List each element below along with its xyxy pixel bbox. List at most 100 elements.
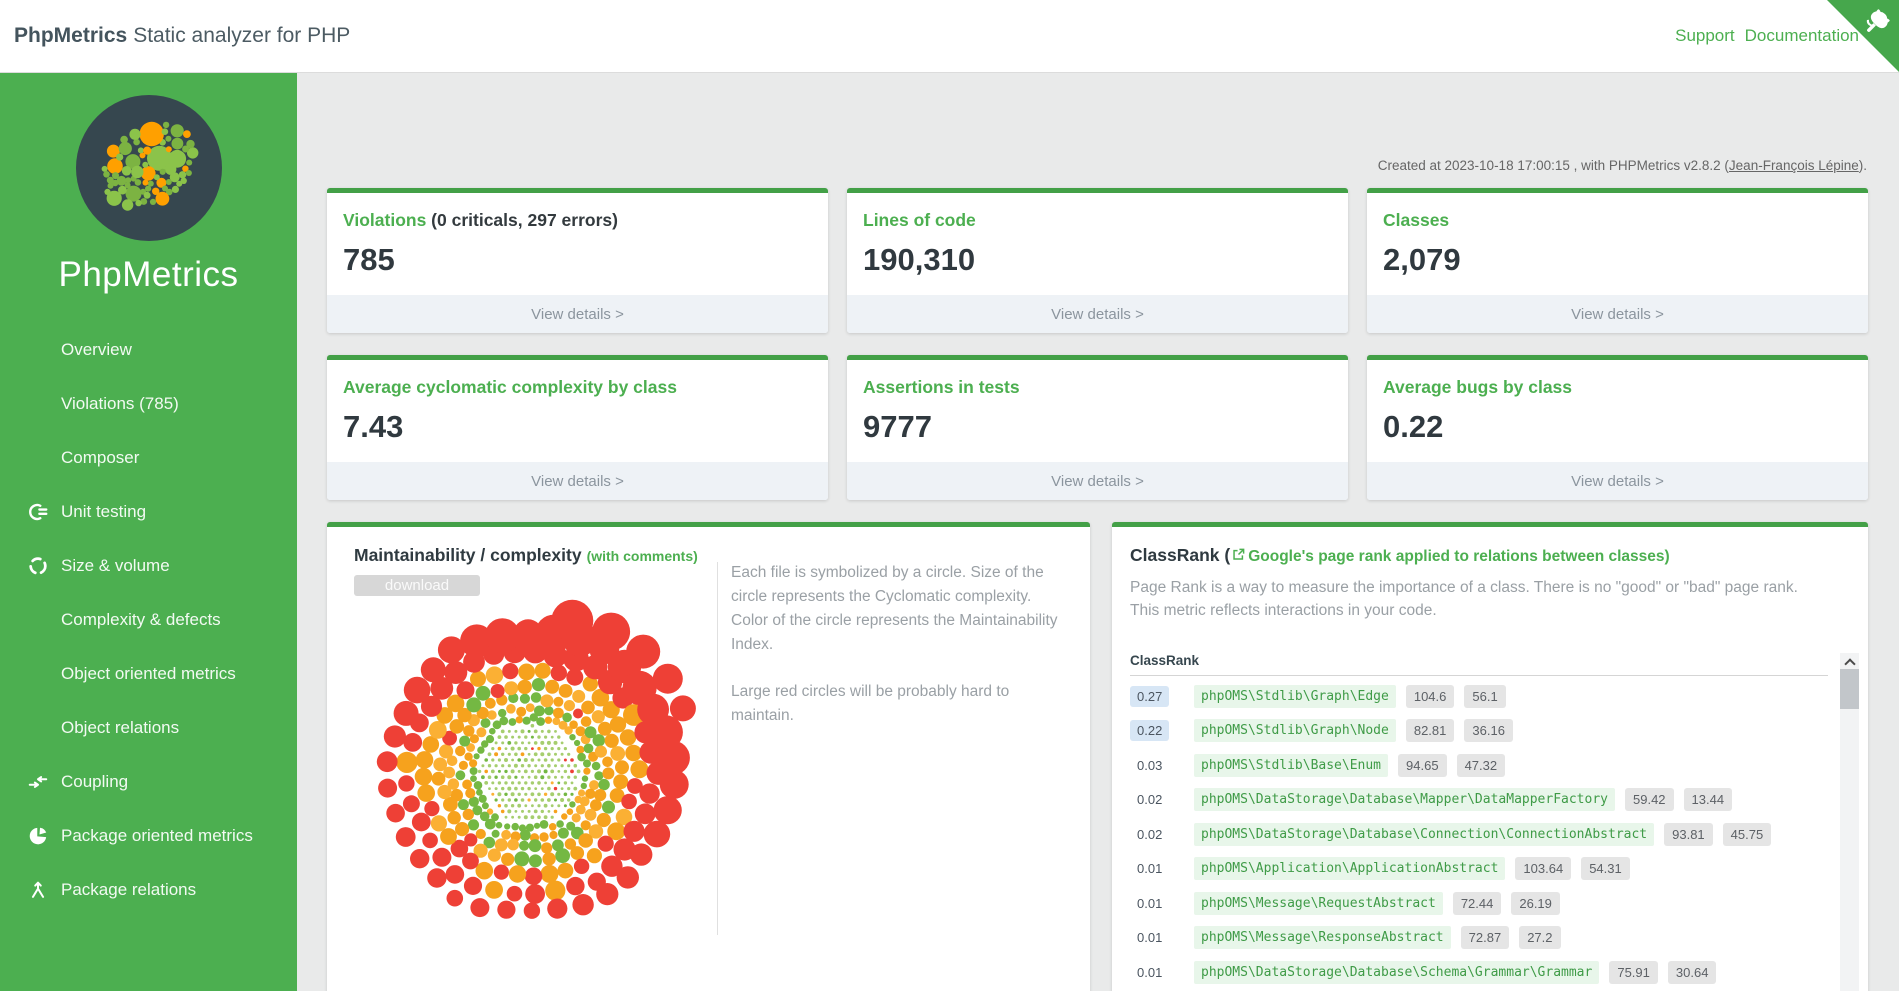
card-value: 785	[343, 242, 828, 278]
card-title: Assertions in tests	[863, 377, 1348, 398]
view-details-link[interactable]: View details >	[327, 462, 828, 500]
sidebar-item-label: Composer	[61, 448, 139, 468]
classrank-table-header: ClassRank	[1130, 653, 1199, 668]
class-name-link[interactable]: phpOMS\Message\RequestAbstract	[1194, 892, 1443, 915]
card-title-main: Average cyclomatic complexity by class	[343, 377, 677, 397]
card-value: 7.43	[343, 409, 828, 445]
metric-badge-2: 56.1	[1464, 685, 1505, 708]
metric-badge-1: 93.81	[1664, 823, 1713, 846]
sidebar: PhpMetrics Overview Violations (785) Compo…	[0, 73, 297, 991]
github-corner-ribbon[interactable]	[1827, 0, 1899, 72]
view-details-link[interactable]: View details >	[327, 295, 828, 333]
classrank-scrollbar[interactable]	[1840, 653, 1859, 991]
card-title: Average bugs by class	[1383, 377, 1868, 398]
author-link[interactable]: Jean-François Lépine	[1729, 158, 1859, 173]
scrollbar-thumb[interactable]	[1840, 669, 1859, 709]
sidebar-item-violations-785[interactable]: Violations (785)	[0, 377, 297, 431]
sidebar-item-label: Complexity & defects	[61, 610, 221, 630]
class-name-link[interactable]: phpOMS\Application\ApplicationAbstract	[1194, 857, 1505, 880]
card-title: Average cyclomatic complexity by class	[343, 377, 828, 398]
metric-badge-1: 72.44	[1453, 892, 1502, 915]
classrank-row: 0.01phpOMS\Application\ApplicationAbstra…	[1130, 852, 1822, 887]
package-relations-icon	[26, 878, 50, 902]
sidebar-item-unit-testing[interactable]: Unit testing	[0, 485, 297, 539]
classrank-paren: (	[1220, 545, 1231, 565]
card-title: Lines of code	[863, 210, 1348, 231]
sidebar-app-name: PhpMetrics	[0, 255, 297, 295]
class-name-link[interactable]: phpOMS\DataStorage\Database\Schema\Gramm…	[1194, 961, 1599, 984]
sidebar-item-overview[interactable]: Overview	[0, 323, 297, 377]
maintainability-bubble-chart[interactable]	[347, 587, 713, 949]
sidebar-item-object-oriented-metrics[interactable]: Object oriented metrics	[0, 647, 297, 701]
sidebar-item-coupling[interactable]: Coupling	[0, 755, 297, 809]
scroll-up-icon[interactable]	[1844, 658, 1855, 669]
classrank-table: 0.27phpOMS\Stdlib\Graph\Edge104.656.10.2…	[1130, 679, 1822, 991]
card-value: 2,079	[1383, 242, 1868, 278]
sidebar-item-composer[interactable]: Composer	[0, 431, 297, 485]
classrank-row: 0.01phpOMS\DataStorage\Database\Schema\G…	[1130, 955, 1822, 990]
sidebar-item-object-relations[interactable]: Object relations	[0, 701, 297, 755]
metric-badge-2: 36.16	[1464, 719, 1513, 742]
maintainability-subtitle: (with comments)	[587, 548, 698, 564]
view-details-link[interactable]: View details >	[847, 462, 1348, 500]
metric-badge-1: 72.87	[1461, 926, 1510, 949]
classrank-row: 0.22phpOMS\Stdlib\Graph\Node82.8136.16	[1130, 714, 1822, 749]
metric-badge-1: 94.65	[1398, 754, 1447, 777]
classrank-rank: 0.01	[1130, 962, 1194, 983]
sidebar-item-size-volume[interactable]: Size & volume	[0, 539, 297, 593]
card-avg-cyclomatic-complexity: Average cyclomatic complexity by class 7…	[327, 355, 828, 500]
sidebar-menu: Overview Violations (785) Composer Unit tes…	[0, 323, 297, 917]
card-title: Classes	[1383, 210, 1868, 231]
card-title: Violations (0 criticals, 297 errors)	[343, 210, 828, 231]
top-bar: PhpMetricsStatic analyzer for PHP Suppor…	[0, 0, 1899, 73]
support-link[interactable]: Support	[1675, 26, 1735, 46]
class-name-link[interactable]: phpOMS\Stdlib\Graph\Node	[1194, 719, 1396, 742]
classrank-header-rule	[1130, 675, 1828, 676]
classrank-rank: 0.02	[1130, 789, 1194, 810]
classrank-row: 0.03phpOMS\Stdlib\Base\Enum94.6547.32	[1130, 748, 1822, 783]
class-name-link[interactable]: phpOMS\Stdlib\Graph\Edge	[1194, 685, 1396, 708]
sidebar-item-label: Object oriented metrics	[61, 664, 236, 684]
created-line: Created at 2023-10-18 17:00:15 , with PH…	[1378, 158, 1867, 173]
coupling-icon	[26, 770, 50, 794]
classrank-title-text: ClassRank	[1130, 545, 1220, 565]
metric-badge-1: 82.81	[1406, 719, 1455, 742]
sidebar-item-label: Overview	[61, 340, 132, 360]
view-details-link[interactable]: View details >	[847, 295, 1348, 333]
card-classes: Classes 2,079 View details >	[1367, 188, 1868, 333]
package-metrics-icon	[26, 824, 50, 848]
classrank-panel: ClassRank ( Google's page rank applied to…	[1112, 522, 1868, 991]
maintainability-desc-2: Large red circles will be probably hard …	[731, 680, 1065, 728]
class-name-link[interactable]: phpOMS\DataStorage\Database\Connection\C…	[1194, 823, 1654, 846]
maintainability-panel: Maintainability / complexity(with commen…	[327, 522, 1090, 991]
classrank-row: 0.02phpOMS\DataStorage\Database\Mapper\D…	[1130, 783, 1822, 818]
sidebar-item-label: Package relations	[61, 880, 196, 900]
classrank-info-link[interactable]: Google's page rank applied to relations …	[1248, 548, 1664, 565]
class-name-link[interactable]: phpOMS\Message\ResponseAbstract	[1194, 926, 1451, 949]
classrank-row: 0.27phpOMS\Stdlib\Graph\Edge104.656.1	[1130, 679, 1822, 714]
classrank-paren-close: )	[1665, 548, 1670, 565]
metric-badge-2: 27.2	[1519, 926, 1560, 949]
card-title-main: Assertions in tests	[863, 377, 1020, 397]
card-value: 0.22	[1383, 409, 1868, 445]
classrank-row: 0.02phpOMS\DataStorage\Database\Connecti…	[1130, 817, 1822, 852]
classrank-rank: 0.27	[1130, 686, 1194, 707]
phpmetrics-logo	[76, 95, 222, 241]
sidebar-item-package-relations[interactable]: Package relations	[0, 863, 297, 917]
view-details-link[interactable]: View details >	[1367, 462, 1868, 500]
brand-tagline: Static analyzer for PHP	[133, 24, 350, 47]
sidebar-item-label: Size & volume	[61, 556, 170, 576]
size-volume-icon	[26, 554, 50, 578]
classrank-title: ClassRank ( Google's page rank applied to…	[1130, 545, 1868, 566]
unit-testing-icon	[26, 500, 50, 524]
sidebar-item-package-oriented-metrics[interactable]: Package oriented metrics	[0, 809, 297, 863]
sidebar-item-complexity-defects[interactable]: Complexity & defects	[0, 593, 297, 647]
maintainability-desc-1: Each file is symbolized by a circle. Siz…	[731, 561, 1065, 657]
metric-badge-2: 26.19	[1511, 892, 1560, 915]
maintainability-description: Each file is symbolized by a circle. Siz…	[731, 561, 1065, 728]
view-details-link[interactable]: View details >	[1367, 295, 1868, 333]
classrank-rank: 0.01	[1130, 893, 1194, 914]
class-name-link[interactable]: phpOMS\Stdlib\Base\Enum	[1194, 754, 1388, 777]
panel-divider	[717, 562, 718, 935]
class-name-link[interactable]: phpOMS\DataStorage\Database\Mapper\DataM…	[1194, 788, 1615, 811]
